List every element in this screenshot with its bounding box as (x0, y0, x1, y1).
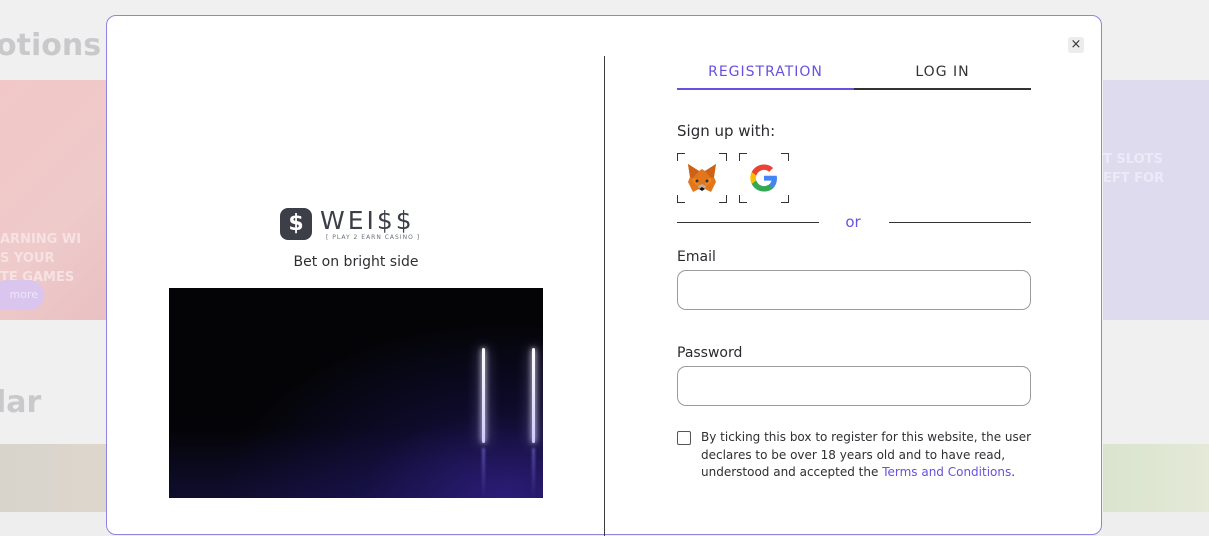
or-label: or (845, 213, 861, 231)
google-icon (750, 164, 777, 192)
bg-promo-banner-left: ARNING WI S YOUR TE GAMES more (0, 80, 106, 320)
neon-light-right (532, 348, 535, 443)
tab-registration[interactable]: REGISTRATION (677, 60, 854, 90)
bg-banner-left-text: ARNING WI S YOUR TE GAMES (0, 232, 82, 285)
or-divider-left (677, 222, 819, 223)
close-icon: × (1070, 37, 1082, 52)
email-label: Email (677, 249, 716, 265)
password-field[interactable] (677, 366, 1031, 406)
auth-tabs: REGISTRATION LOG IN (677, 60, 1031, 90)
promo-video (169, 288, 543, 498)
bg-promotions-heading: otions (0, 28, 102, 63)
metamask-signup-button[interactable] (677, 153, 727, 203)
brand-logo: $ WEI$$ [ PLAY 2 EARN CASINO ] (280, 206, 440, 243)
signup-label: Sign up with: (677, 122, 776, 140)
or-divider-right (889, 222, 1031, 223)
brand-tagline: Bet on bright side (293, 254, 419, 270)
close-button[interactable]: × (1068, 37, 1084, 53)
panel-divider (604, 56, 605, 536)
bg-more-button: more (0, 280, 44, 310)
bg-game-thumb-right (1103, 444, 1209, 512)
email-field[interactable] (677, 270, 1031, 310)
bg-game-thumb-left (0, 444, 106, 512)
auth-modal: × $ WEI$$ [ PLAY 2 EARN CASINO ] Bet on … (106, 15, 1102, 536)
google-signup-button[interactable] (739, 153, 789, 203)
video-floor-glow (169, 428, 543, 498)
terms-suffix: . (1011, 465, 1016, 479)
terms-link[interactable]: Terms and Conditions (882, 465, 1011, 479)
neon-light-left (482, 348, 485, 443)
password-label: Password (677, 345, 743, 361)
brand-name: WEI$$ (320, 206, 415, 235)
metamask-icon (688, 164, 716, 192)
bg-banner-right-text: T SLOTS EFT FOR (1103, 152, 1165, 186)
terms-checkbox[interactable] (677, 431, 691, 445)
logo-mark-icon: $ (280, 208, 312, 240)
brand-subtitle: [ PLAY 2 EARN CASINO ] (326, 234, 421, 241)
neon-reflection-left (482, 448, 485, 498)
bg-promo-banner-right: T SLOTS EFT FOR (1103, 80, 1209, 320)
bg-popular-heading: lar (0, 385, 42, 420)
neon-reflection-right (532, 448, 535, 498)
terms-text: By ticking this box to register for this… (701, 429, 1036, 482)
tab-login[interactable]: LOG IN (854, 60, 1031, 90)
